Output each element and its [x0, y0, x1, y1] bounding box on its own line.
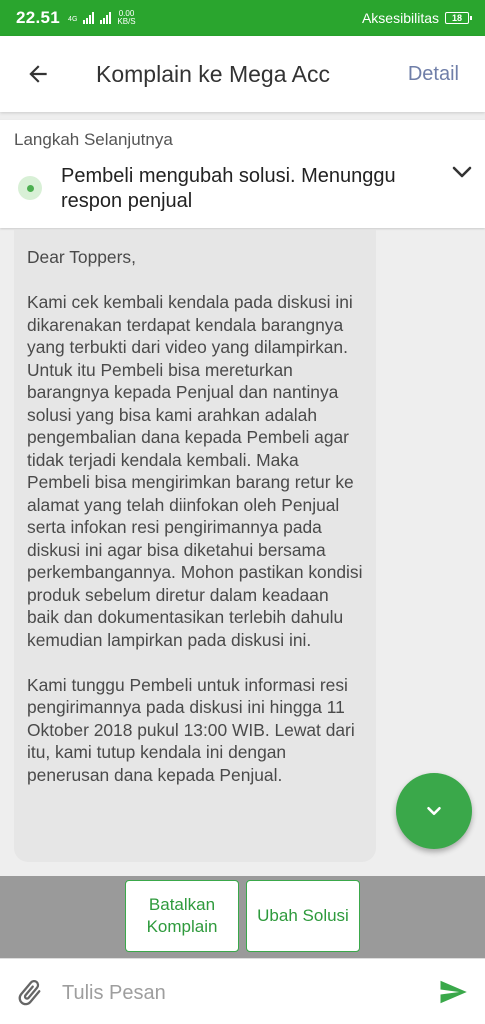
attachment-icon[interactable] — [14, 977, 46, 1009]
message-greeting: Dear Toppers, — [27, 247, 136, 267]
status-dot-icon — [18, 176, 42, 200]
network-speed: 0.00 KB/S — [117, 9, 136, 26]
back-button[interactable] — [20, 56, 56, 92]
next-step-label: Langkah Selanjutnya — [14, 130, 173, 149]
next-step-text: Pembeli mengubah solusi. Menunggu respon… — [61, 165, 396, 212]
message-input[interactable] — [60, 973, 424, 1013]
send-icon[interactable] — [436, 977, 470, 1007]
message-paragraph: Kami tunggu Pembeli untuk informasi resi… — [27, 674, 355, 785]
network-type: 4G — [68, 16, 78, 23]
chevron-down-icon[interactable] — [450, 160, 474, 184]
next-step-card[interactable]: Langkah Selanjutnya Pembeli mengubah sol… — [0, 120, 485, 228]
status-bar: 22.51 4G 0.00 KB/S Aksesibilitas 18 — [0, 0, 485, 36]
detail-link[interactable]: Detail — [408, 63, 459, 86]
change-solution-button[interactable]: Ubah Solusi — [246, 880, 360, 952]
cancel-complaint-button[interactable]: Batalkan Komplain — [125, 880, 239, 952]
message-paragraph: Kami cek kembali kendala pada diskusi in… — [27, 292, 363, 650]
chevron-down-icon — [427, 806, 441, 816]
accessibility-label: Aksesibilitas — [361, 10, 439, 26]
app-bar: Komplain ke Mega Acc Detail — [0, 36, 485, 112]
action-bar: Batalkan Komplain Ubah Solusi — [0, 876, 485, 958]
signal-icon: 4G — [68, 12, 112, 24]
status-time: 22.51 — [16, 8, 61, 27]
message-composer — [0, 958, 485, 1024]
scroll-down-button[interactable] — [396, 773, 472, 849]
message-bubble: Dear Toppers, Kami cek kembali kendala p… — [14, 230, 376, 862]
battery-icon: 18 — [445, 12, 472, 24]
page-title: Komplain ke Mega Acc — [96, 60, 330, 87]
arrow-left-icon — [29, 65, 47, 83]
